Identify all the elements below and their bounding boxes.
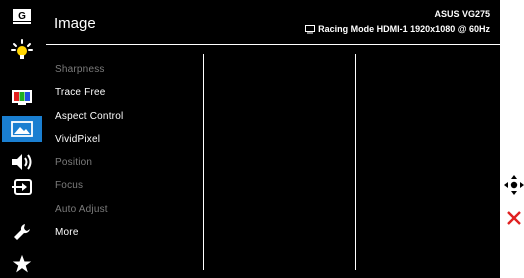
sidebar-item-image[interactable]	[2, 116, 42, 142]
sidebar-item-gameplus[interactable]: G	[2, 4, 42, 30]
color-bars-icon	[12, 90, 32, 105]
page-title: Image	[54, 15, 96, 32]
joystick-move-icon	[504, 175, 524, 195]
menu-item-sharpness: Sharpness	[55, 64, 105, 75]
header-divider	[46, 44, 500, 45]
sidebar-item-system[interactable]	[2, 219, 42, 245]
column-divider	[203, 54, 204, 270]
osd-panel: G Image ASUS VG275 Racing Mode HDMI-1 19…	[0, 0, 500, 278]
menu-item-trace-free[interactable]: Trace Free	[55, 81, 123, 104]
model-name: ASUS VG275	[434, 9, 490, 19]
image-icon	[11, 121, 33, 137]
close-icon	[507, 211, 521, 225]
star-icon	[12, 254, 32, 273]
menu-item-vividpixel[interactable]: VividPixel	[55, 128, 123, 151]
sidebar-item-sound[interactable]	[2, 149, 42, 175]
status-bar: Racing Mode HDMI-1 1920x1080 @ 60Hz	[305, 24, 490, 34]
input-select-icon	[12, 179, 32, 195]
speaker-icon	[12, 154, 32, 170]
sidebar: G	[0, 0, 44, 278]
status-text: Racing Mode HDMI-1 1920x1080 @ 60Hz	[318, 24, 490, 34]
sidebar-item-favorite[interactable]	[2, 251, 42, 277]
menu-item-auto-adjust: Auto Adjust	[55, 203, 108, 215]
menu-item-focus: Focus	[55, 180, 84, 192]
sidebar-item-color[interactable]	[2, 84, 42, 110]
gameplus-icon-letter: G	[18, 11, 26, 22]
navigate-control[interactable]	[504, 174, 524, 201]
menu-item-aspect-control[interactable]: Aspect Control	[55, 105, 123, 128]
menu-list: Sharpness Trace Free Aspect Control Vivi…	[55, 58, 123, 244]
brightness-bulb-icon	[11, 39, 33, 59]
gameplus-icon: G	[13, 9, 31, 24]
monitor-icon	[305, 24, 316, 33]
wrench-icon	[14, 224, 30, 240]
menu-item-more[interactable]: More	[55, 221, 123, 244]
sidebar-item-input[interactable]	[2, 174, 42, 200]
column-divider	[355, 54, 356, 270]
menu-item-position: Position	[55, 157, 93, 169]
sidebar-item-splendid[interactable]	[2, 37, 42, 63]
exit-control[interactable]	[504, 207, 524, 234]
